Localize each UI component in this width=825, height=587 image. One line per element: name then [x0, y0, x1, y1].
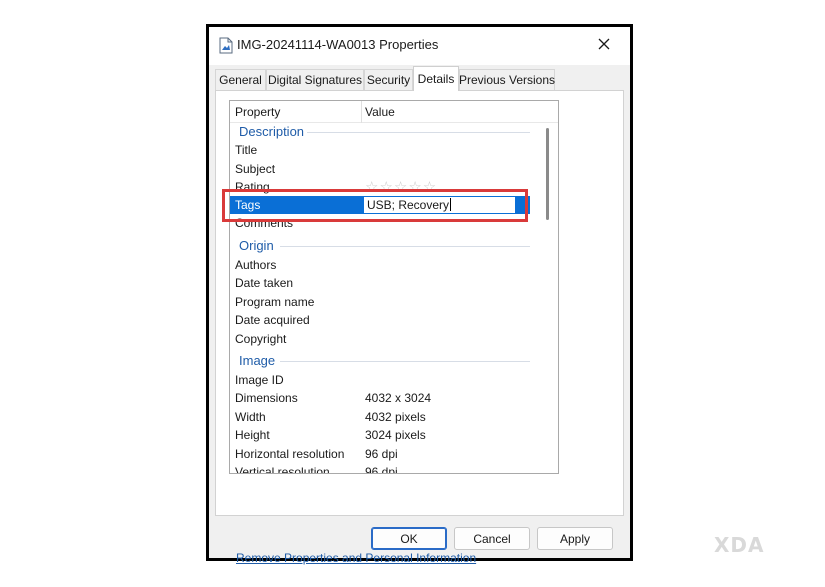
ok-button[interactable]: OK — [371, 527, 447, 550]
tab-general[interactable]: General — [215, 69, 266, 90]
property-row-date-acquired[interactable]: Date acquired — [230, 311, 530, 329]
property-name: Image ID — [235, 373, 284, 387]
group-label: Origin — [239, 238, 274, 253]
property-row-subject[interactable]: Subject — [230, 160, 530, 178]
property-name: Comments — [235, 216, 294, 230]
property-value: 3024 pixels — [365, 428, 426, 442]
tab-details[interactable]: Details — [413, 66, 459, 91]
vertical-scrollbar[interactable] — [541, 101, 555, 473]
property-value: 96 dpi — [365, 447, 398, 461]
xda-watermark: XDA — [714, 533, 765, 557]
tags-value: USB; Recovery — [367, 198, 450, 212]
property-row-comments[interactable]: Comments — [230, 214, 530, 232]
group-label: Image — [239, 353, 276, 368]
property-name: Tags — [235, 198, 261, 212]
property-row-tags[interactable]: Tags USB; Recovery — [230, 196, 530, 214]
close-icon — [598, 37, 610, 55]
tags-input[interactable]: USB; Recovery — [363, 196, 516, 214]
text-caret — [450, 198, 452, 211]
column-divider[interactable] — [361, 101, 362, 123]
remove-properties-link[interactable]: Remove Properties and Personal Informati… — [236, 551, 476, 565]
group-description: Description — [230, 123, 530, 141]
tab-previous-versions[interactable]: Previous Versions — [459, 69, 555, 90]
property-name: Date taken — [235, 276, 294, 290]
property-name: Title — [235, 143, 258, 157]
property-name: Vertical resolution — [235, 465, 330, 474]
property-name: Horizontal resolution — [235, 447, 345, 461]
group-divider — [280, 246, 530, 247]
property-name: Copyright — [235, 332, 287, 346]
property-row-horizontal-resolution[interactable]: Horizontal resolution 96 dpi — [230, 445, 530, 463]
group-label: Description — [239, 124, 305, 139]
property-row-copyright[interactable]: Copyright — [230, 330, 530, 348]
column-header-property[interactable]: Property — [235, 105, 280, 119]
property-row-height[interactable]: Height 3024 pixels — [230, 426, 530, 444]
image-file-icon — [219, 37, 233, 54]
title-bar: IMG-20241114-WA0013 Properties — [209, 27, 630, 65]
property-name: Date acquired — [235, 313, 310, 327]
properties-dialog: IMG-20241114-WA0013 Properties General D… — [209, 27, 630, 565]
tab-strip: General Digital Signatures Security Deta… — [209, 65, 630, 91]
apply-button[interactable]: Apply — [537, 527, 613, 550]
details-panel: Property Value Description Title Subject… — [215, 90, 624, 565]
property-row-date-taken[interactable]: Date taken — [230, 274, 530, 292]
property-row-image-id[interactable]: Image ID — [230, 371, 530, 389]
property-value: 4032 pixels — [365, 410, 426, 424]
property-row-width[interactable]: Width 4032 pixels — [230, 408, 530, 426]
property-name: Height — [235, 428, 270, 442]
column-header-value[interactable]: Value — [365, 105, 395, 119]
rating-stars[interactable]: ☆☆☆☆☆ — [365, 178, 437, 196]
property-name: Authors — [235, 258, 277, 272]
tab-security[interactable]: Security — [364, 69, 413, 90]
property-name: Program name — [235, 295, 315, 309]
group-divider — [307, 132, 530, 133]
property-row-rating[interactable]: Rating ☆☆☆☆☆ — [230, 178, 530, 196]
property-row-program-name[interactable]: Program name — [230, 293, 530, 311]
close-button[interactable] — [591, 33, 617, 59]
cancel-button[interactable]: Cancel — [454, 527, 530, 550]
property-row-title[interactable]: Title — [230, 141, 530, 159]
property-value: 4032 x 3024 — [365, 391, 432, 405]
properties-list[interactable]: Property Value Description Title Subject… — [229, 100, 559, 474]
property-row-dimensions[interactable]: Dimensions 4032 x 3024 — [230, 389, 530, 407]
property-name: Rating — [235, 180, 270, 194]
property-value: 96 dpi — [365, 465, 398, 474]
group-origin: Origin — [230, 237, 530, 255]
property-name: Dimensions — [235, 391, 298, 405]
list-header: Property Value — [230, 101, 558, 123]
window-title: IMG-20241114-WA0013 Properties — [237, 37, 439, 52]
tab-digital-signatures[interactable]: Digital Signatures — [266, 69, 364, 90]
scrollbar-thumb[interactable] — [546, 128, 549, 220]
group-divider — [280, 361, 530, 362]
property-name: Width — [235, 410, 266, 424]
property-row-authors[interactable]: Authors — [230, 256, 530, 274]
group-image: Image — [230, 352, 530, 370]
property-row-vertical-resolution[interactable]: Vertical resolution 96 dpi — [230, 463, 530, 474]
property-name: Subject — [235, 162, 276, 176]
